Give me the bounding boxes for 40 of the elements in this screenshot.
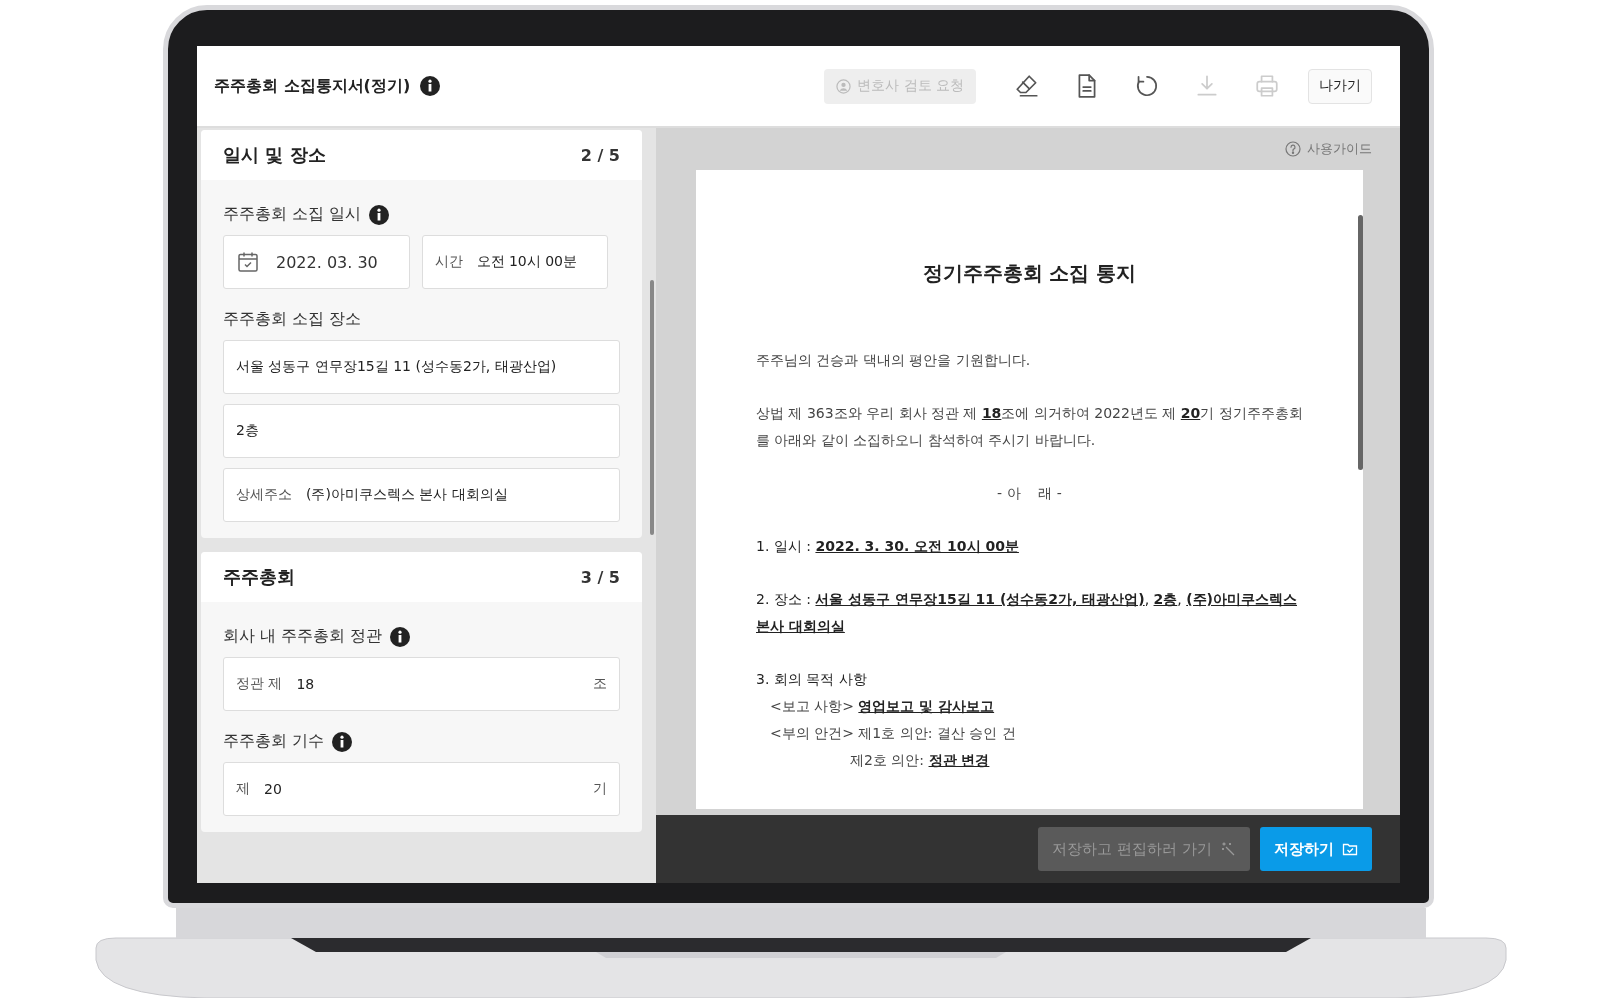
input-field[interactable]: 2층 [223,404,620,458]
document-text: <보고 사항> 영업보고 및 감사보고 [769,697,996,716]
input-field[interactable]: 정관 제 18 조 [223,657,620,711]
document-text: 2. 장소 : 서울 성동구 연무장15길 11 (성수동2가, 태광산업), 2층, (주)아미쿠스렉스 본사 대회의실 [756,590,1298,636]
document-text: - 아 래 - [996,484,1063,503]
document-heading: 정기주주총회 소집 통지 [921,260,1138,287]
input-field[interactable]: 상세주소 (주)아미쿠스렉스 본사 대회의실 [223,468,620,522]
input-field[interactable]: 시간 오전 10시 00분 [421,235,608,289]
input-field[interactable]: 서울 성동구 연무장15길 11 (성수동2가, 태광산업) [223,340,620,394]
eraser-icon[interactable] [1014,73,1040,99]
info-icon[interactable] [332,731,353,752]
document-text: 제2호 의안: 정관 변경 [849,751,991,770]
scrollbar[interactable] [1358,215,1363,470]
exit-button[interactable]: 나가기 [1308,68,1372,104]
refresh-icon[interactable] [1134,73,1160,99]
help-icon [1285,141,1301,157]
info-icon[interactable] [369,204,390,225]
document-text: <부의 안건> 제1호 의안: 결산 승인 건 [769,724,1017,743]
calendar-icon [236,250,260,274]
folder-check-icon [1342,841,1358,857]
section-title: 일시 및 장소 [223,143,326,167]
field-label: 주주총회 소집 장소 [223,309,362,330]
field-label: 회사 내 주주총회 정관 [223,626,383,647]
info-icon[interactable] [420,76,441,96]
magic-wand-icon [1220,841,1236,857]
scrollbar[interactable] [650,280,654,535]
section-title: 주주총회 [223,565,295,589]
document-text: 주주님의 건승과 댁내의 평안을 기원합니다. [756,351,1032,370]
info-icon[interactable] [390,626,411,647]
date-field[interactable]: 2022. 03. 30 [223,235,410,289]
field-label: 주주총회 소집 일시 [223,204,362,225]
document-text: 3. 회의 목적 사항 [756,670,868,689]
input-field[interactable]: 제 20 기 [223,762,620,816]
document-text: 상법 제 363조와 우리 회사 정관 제 18조에 의거하여 2022년도 제 20기 정기주주총회를 아래와 같이 소집하오니 참석하여 주시기 바랍니다. [756,404,1303,450]
step-counter: 3 / 5 [580,567,620,587]
document-text: 1. 일시 : 2022. 3. 30. 오전 10시 00분 [756,537,1020,556]
person-icon [836,78,852,94]
document-title: 주주총회 소집통지서(정기) [214,75,411,97]
step-counter: 2 / 5 [580,145,620,165]
field-label: 주주총회 기수 [223,731,325,752]
